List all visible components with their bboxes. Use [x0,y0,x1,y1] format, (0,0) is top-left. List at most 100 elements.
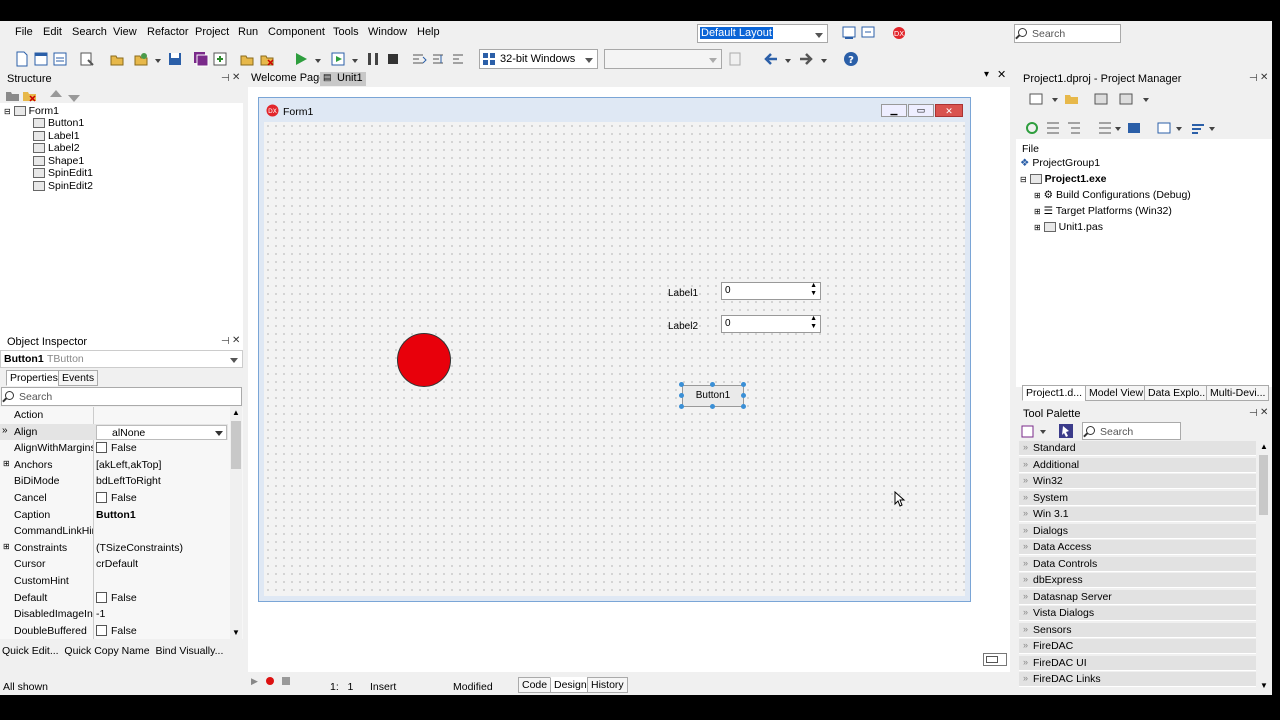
tab-data-explorer[interactable]: Data Explo... [1144,385,1213,401]
palette-scrollbar[interactable]: ▲ ▼ [1257,441,1270,691]
default-checkbox[interactable] [96,591,107,603]
spinedit2[interactable]: 0 ▲ ▼ [721,315,821,333]
property-row-doublebuffered[interactable]: DoubleBuffered False [0,623,228,640]
selection-handle[interactable] [741,382,746,387]
run-icon[interactable] [293,51,309,67]
pin-icon[interactable]: ⊣ [221,73,230,84]
selection-handle[interactable] [710,382,715,387]
property-row-caption[interactable]: Caption Button1 [0,507,228,524]
palette-category-standard[interactable]: » Standard [1019,441,1256,456]
add-new-project-icon[interactable] [1064,91,1080,107]
property-row-cancel[interactable]: Cancel False [0,490,228,507]
property-grid-scrollbar[interactable]: ▲ ▼ [230,407,242,639]
spin-down-icon[interactable]: ▼ [810,323,817,330]
expand-all-icon[interactable] [1045,120,1061,136]
save-desktop-icon[interactable] [842,26,856,40]
scrollbar-thumb[interactable] [1259,455,1268,515]
property-row-commandlinkhint[interactable]: CommandLinkHint [0,523,228,540]
close-icon[interactable]: ✕ [1260,72,1268,83]
tree-node-projectgroup[interactable]: ❖ ProjectGroup1 [1020,157,1100,169]
palette-category-firedac-links[interactable]: » FireDAC Links [1019,672,1256,687]
scroll-up-icon[interactable]: ▲ [1260,442,1268,451]
menu-search[interactable]: Search [72,26,107,38]
add-to-project-icon[interactable] [212,51,228,67]
palette-category-additional[interactable]: » Additional [1019,457,1256,473]
sort-dropdown-arrow[interactable] [1115,127,1121,131]
tree-node-project[interactable]: ⊟ Project1.exe [1020,173,1107,185]
palette-category-sensors[interactable]: » Sensors [1019,622,1256,638]
menu-tools[interactable]: Tools [333,26,359,38]
platform-combo[interactable]: 32-bit Windows [479,49,598,69]
selection-handle[interactable] [679,382,684,387]
component-filter-icon[interactable] [1058,423,1074,439]
menu-run[interactable]: Run [238,26,258,38]
run-without-debug-icon[interactable] [330,51,346,67]
alignwithmargins-checkbox[interactable] [96,442,107,454]
close-form-button[interactable]: ✕ [935,104,963,117]
close-icon[interactable]: ✕ [1260,407,1268,418]
expand-icon[interactable]: ⊞ [3,542,10,551]
open-folder-icon[interactable] [239,51,255,67]
palette-dropdown-arrow[interactable] [1040,430,1046,434]
new-form-icon[interactable] [33,51,49,67]
tree-node-unit1[interactable]: ⊞ Unit1.pas [1034,221,1103,233]
run-dropdown-arrow[interactable] [315,59,321,63]
palette-category-firedac-ui[interactable]: » FireDAC UI [1019,655,1256,671]
menu-project[interactable]: Project [195,26,229,38]
scroll-down-icon[interactable]: ▼ [232,628,240,637]
save-all-icon[interactable] [193,51,209,67]
new-items-icon[interactable] [79,51,95,67]
pin-icon[interactable]: ⊣ [1249,73,1258,84]
property-row-disabledimageindex[interactable]: DisabledImageIndex-1 [0,606,228,623]
property-row-customhint[interactable]: CustomHint [0,573,228,590]
forward-dropdown-arrow[interactable] [821,59,827,63]
palette-categories-icon[interactable] [1020,423,1036,439]
tree-node-spinedit1[interactable]: SpinEdit1 [33,167,93,179]
close-editor-icon[interactable]: ✕ [997,68,1006,81]
open-icon[interactable] [109,51,125,67]
selected-object-combo[interactable]: Button1 TButton [0,350,243,368]
scrollbar-thumb[interactable] [231,421,241,469]
label1[interactable]: Label1 [668,288,698,299]
remove-icon[interactable] [1093,91,1109,107]
tab-properties[interactable]: Properties [6,370,62,386]
view-dropdown-arrow[interactable] [1143,98,1149,102]
move-up-icon[interactable] [48,88,64,104]
close-icon[interactable]: ✕ [232,335,240,346]
global-search-input[interactable]: Search [1014,24,1121,43]
tree-node-spinedit2[interactable]: SpinEdit2 [33,180,93,192]
back-icon[interactable] [763,51,779,67]
open-dropdown-arrow[interactable] [155,59,161,63]
label2[interactable]: Label2 [668,321,698,332]
new-file-icon[interactable] [14,51,30,67]
options-icon[interactable] [1156,120,1172,136]
help-icon[interactable]: ? [843,51,859,67]
tree-node-target-platforms[interactable]: ⊞ ☰ Target Platforms (Win32) [1034,205,1172,217]
tab-events[interactable]: Events [58,370,99,386]
shape1-circle[interactable] [397,333,451,387]
align-value-combo[interactable]: alNone [96,424,227,440]
tree-node-build-configurations[interactable]: ⊞ ⚙ Build Configurations (Debug) [1034,189,1191,201]
property-row-bidimode[interactable]: BiDiMode bdLeftToRight [0,473,228,490]
tree-node-button1[interactable]: Button1 [33,117,84,129]
selection-handle[interactable] [741,404,746,409]
tab-code[interactable]: Code [518,677,552,693]
pin-icon[interactable]: ⊣ [221,336,230,347]
property-row-align[interactable]: » Align alNone [0,423,228,441]
menu-view[interactable]: View [113,26,137,38]
remove-from-project-icon[interactable] [259,51,275,67]
new-unit-icon[interactable] [52,51,68,67]
doublebuffered-checkbox[interactable] [96,624,107,636]
minimize-button[interactable]: ▁ [881,104,907,117]
tab-project-manager[interactable]: Project1.d... [1022,385,1087,401]
step-over-icon[interactable] [431,51,447,67]
tab-history[interactable]: History [587,677,628,693]
scroll-up-icon[interactable]: ▲ [232,408,240,417]
tab-model-view[interactable]: Model View [1085,385,1148,401]
palette-category-firedac[interactable]: » FireDAC [1019,639,1256,654]
record-macro-icon[interactable] [266,677,274,685]
property-row-action[interactable]: Action [0,407,228,424]
tab-list-chevron-icon[interactable]: ▾ [984,69,989,80]
stop-icon[interactable] [385,51,401,67]
forward-icon[interactable] [798,51,814,67]
